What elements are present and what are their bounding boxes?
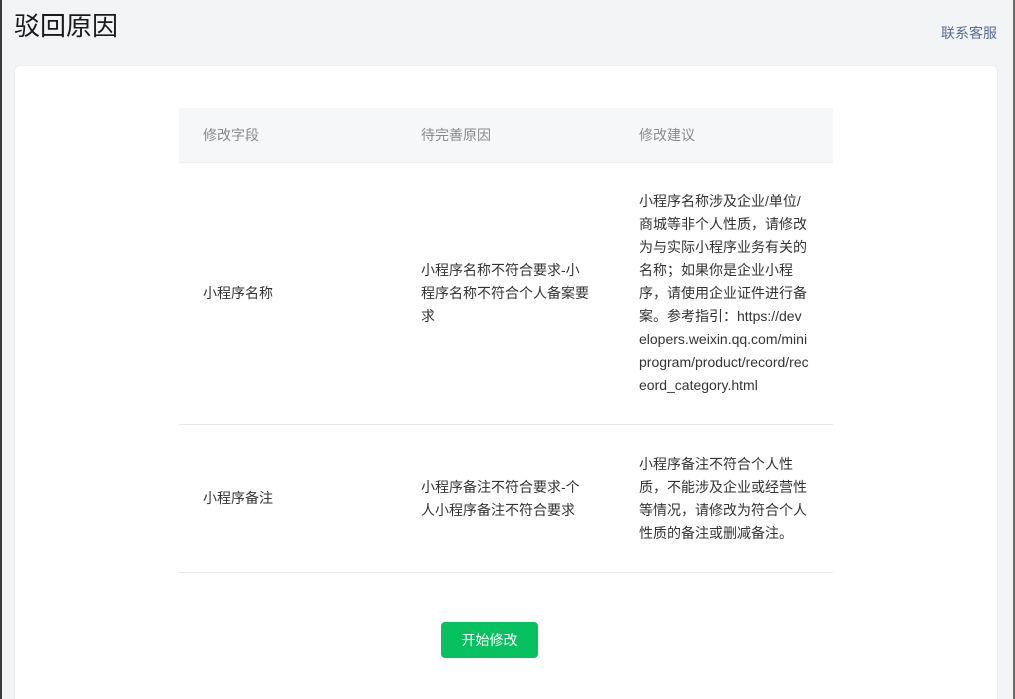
page-title: 驳回原因	[14, 11, 119, 41]
column-header-suggestion: 修改建议	[615, 108, 833, 163]
table-row: 小程序备注 小程序备注不符合要求-个人小程序备注不符合要求 小程序备注不符合个人…	[179, 424, 833, 573]
column-header-field: 修改字段	[179, 108, 397, 163]
rejection-card: 修改字段 待完善原因 修改建议 小程序名称 小程序名称不符合要求-小程序名称不符…	[15, 66, 997, 699]
suggestion-cell: 小程序备注不符合个人性质，不能涉及企业或经营性等情况，请修改为符合个人性质的备注…	[615, 424, 833, 573]
reason-cell: 小程序名称不符合要求-小程序名称不符合个人备案要求	[397, 162, 615, 425]
field-cell: 小程序名称	[179, 162, 397, 425]
contact-support-link[interactable]: 联系客服	[941, 23, 997, 43]
table-header-row: 修改字段 待完善原因 修改建议	[179, 108, 833, 163]
suggestion-cell: 小程序名称涉及企业/单位/商城等非个人性质，请修改为与实际小程序业务有关的名称；…	[615, 162, 833, 425]
start-edit-button[interactable]: 开始修改	[441, 622, 538, 658]
reason-cell: 小程序备注不符合要求-个人小程序备注不符合要求	[397, 424, 615, 573]
field-cell: 小程序备注	[179, 424, 397, 573]
column-header-reason: 待完善原因	[397, 108, 615, 163]
table-row: 小程序名称 小程序名称不符合要求-小程序名称不符合个人备案要求 小程序名称涉及企…	[179, 162, 833, 425]
rejection-reasons-table: 修改字段 待完善原因 修改建议 小程序名称 小程序名称不符合要求-小程序名称不符…	[179, 108, 833, 573]
